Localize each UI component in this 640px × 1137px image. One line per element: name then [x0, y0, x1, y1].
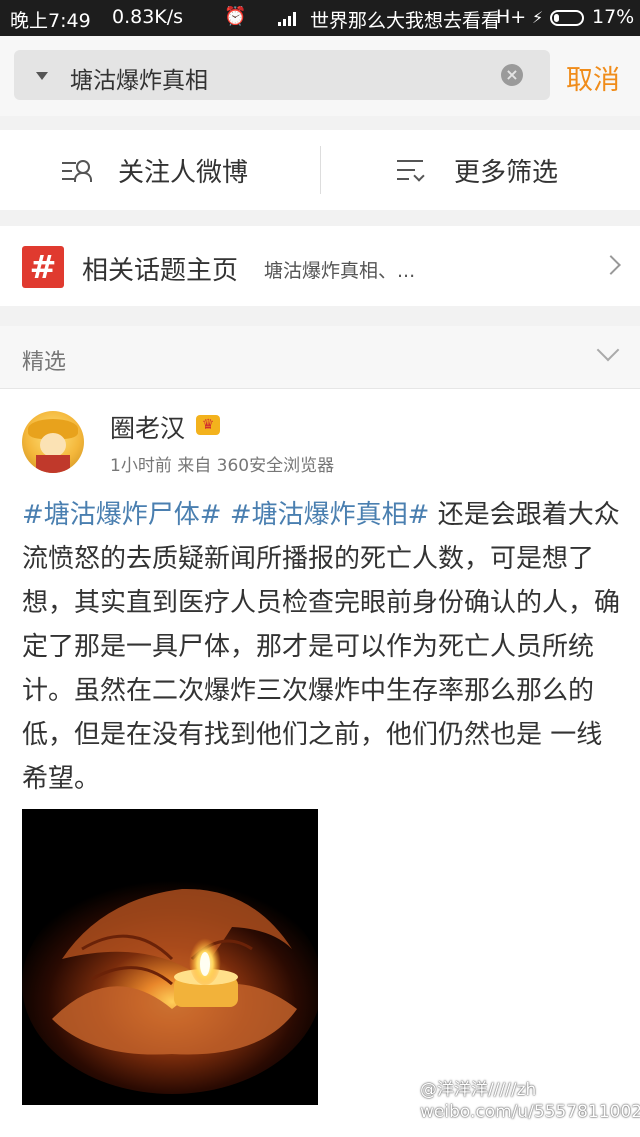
hashtag-icon: # — [22, 246, 64, 288]
watermark-url: weibo.com/u/5557811002 — [420, 1102, 640, 1122]
section-label: 精选 — [22, 350, 67, 375]
dropdown-triangle-icon[interactable] — [36, 72, 48, 80]
follow-filter-button[interactable]: 关注人微博 — [0, 130, 320, 210]
chevron-right-icon — [601, 255, 621, 275]
topic-tag-link[interactable]: #塘沽爆炸尸体# — [22, 500, 222, 530]
topic-tag-link[interactable]: #塘沽爆炸真相# — [230, 500, 430, 530]
post-body-text: 还是会跟着大众流愤怒的去质疑新闻所播报的死亡人数，可是想了想，其实直到医疗人员检… — [22, 500, 621, 794]
charging-icon: ⚡ — [532, 8, 544, 27]
watermark: @洋洋洋/////zh weibo.com/u/5557811002 — [420, 1079, 640, 1123]
post-username[interactable]: 圈老汉 — [110, 409, 185, 445]
filter-list-icon — [397, 158, 427, 182]
post-time: 1小时前 — [110, 456, 172, 476]
battery-icon — [550, 10, 584, 26]
watermark-handle: @洋洋洋/////zh — [420, 1080, 537, 1100]
status-network: H+ — [496, 6, 527, 28]
candle-hands-image — [22, 809, 318, 1105]
people-list-icon — [62, 158, 92, 182]
chevron-down-icon[interactable] — [596, 338, 620, 362]
post-body: #塘沽爆炸尸体# #塘沽爆炸真相# 还是会跟着大众流愤怒的去质疑新闻所播报的死亡… — [22, 493, 622, 801]
clear-icon[interactable]: × — [501, 64, 523, 86]
more-filter-label: 更多筛选 — [454, 158, 559, 188]
cancel-button[interactable]: 取消 — [566, 58, 620, 97]
search-header: 塘沽爆炸真相 × 取消 — [0, 36, 640, 116]
status-carrier: 世界那么大我想去看看 — [310, 10, 501, 32]
featured-section-header[interactable]: 精选 — [0, 326, 640, 389]
follow-filter-label: 关注人微博 — [118, 158, 249, 188]
post-source: 来自 360安全浏览器 — [177, 456, 335, 476]
post-image[interactable] — [22, 809, 318, 1105]
topic-subtitle: 塘沽爆炸真相、... — [264, 260, 416, 282]
signal-icon — [278, 12, 300, 26]
post-card: 圈老汉 ♛ 1小时前 来自 360安全浏览器 #塘沽爆炸尸体# #塘沽爆炸真相#… — [0, 389, 640, 1137]
status-speed: 0.83K/s — [112, 6, 184, 28]
avatar[interactable] — [22, 411, 84, 473]
crown-icon: ♛ — [196, 415, 220, 435]
status-time: 晚上7:49 — [10, 10, 91, 32]
more-filter-button[interactable]: 更多筛选 — [321, 130, 640, 210]
search-input[interactable]: 塘沽爆炸真相 × — [14, 50, 550, 100]
search-query[interactable]: 塘沽爆炸真相 — [70, 61, 208, 95]
post-meta: 1小时前 来自 360安全浏览器 — [110, 451, 334, 476]
status-battery: 17% — [592, 6, 635, 28]
status-bar: 晚上7:49 0.83K/s ⏰ 世界那么大我想去看看 H+ ⚡ 17% — [0, 0, 640, 36]
related-topic-row[interactable]: # 相关话题主页 塘沽爆炸真相、... — [0, 226, 640, 306]
alarm-icon: ⏰ — [224, 6, 247, 27]
filter-row: 关注人微博 更多筛选 — [0, 130, 640, 210]
topic-title: 相关话题主页 — [82, 256, 239, 286]
